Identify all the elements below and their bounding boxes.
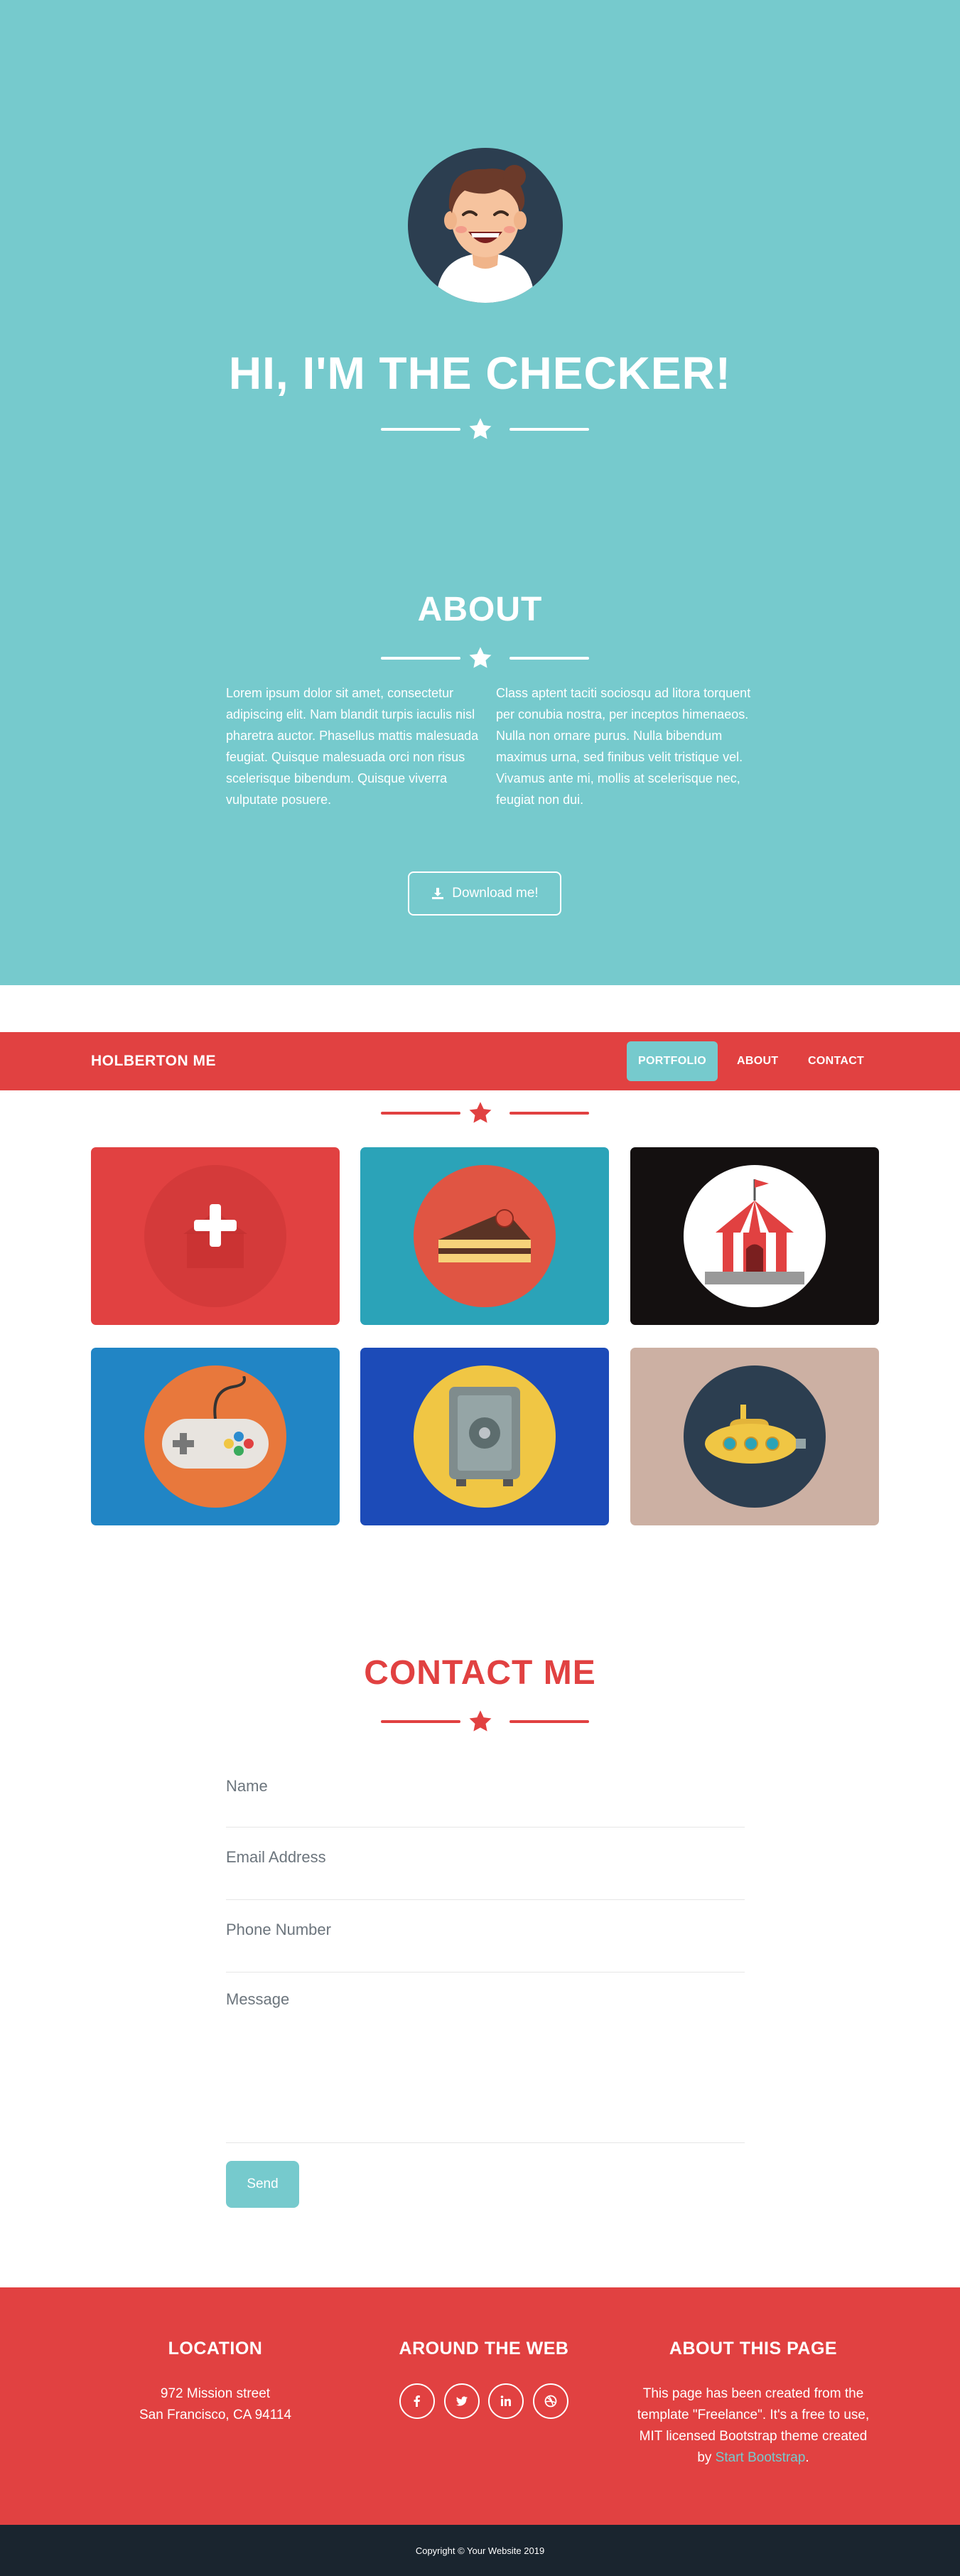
hero-divider [0,414,960,445]
star-icon [469,1102,492,1123]
location-line2: San Francisco, CA 94114 [139,2408,292,2422]
navbar-brand[interactable]: HOLBERTON ME [91,1053,216,1070]
portfolio-item-circus[interactable] [630,1147,879,1325]
footer-social: AROUND THE WEB [370,2339,598,2419]
phone-field[interactable]: Phone Number [226,1921,745,1973]
download-icon [432,888,444,899]
cabin-icon [183,1204,247,1268]
footer-about-title: ABOUT THIS PAGE [669,2339,838,2358]
download-label: Download me! [452,886,539,901]
footer-location: LOCATION 972 Mission street San Francisc… [105,2339,325,2426]
nav-item-contact[interactable]: CONTACT [797,1041,875,1081]
email-field[interactable]: Email Address [226,1848,745,1900]
footer: LOCATION 972 Mission street San Francisc… [0,2287,960,2525]
start-bootstrap-link[interactable]: Start Bootstrap [716,2450,806,2465]
location-line1: 972 Mission street [160,2386,271,2401]
safe-icon [449,1387,520,1486]
twitter-icon[interactable] [443,2383,480,2419]
hero-title: HI, I'M THE CHECKER! [228,348,732,399]
portfolio-item-game[interactable] [91,1348,340,1525]
about-page-period: . [805,2450,809,2465]
footer-about: ABOUT THIS PAGE This page has been creat… [632,2339,874,2469]
star-icon [469,418,492,439]
about-divider [0,643,960,674]
facebook-icon[interactable] [399,2383,436,2419]
navbar: HOLBERTON ME PORTFOLIO ABOUT CONTACT [0,1032,960,1090]
portfolio-item-cabin[interactable] [91,1147,340,1325]
portfolio-item-submarine[interactable] [630,1348,879,1525]
send-button[interactable]: Send [226,2161,299,2208]
game-controller-icon [162,1376,269,1469]
avatar [408,148,563,303]
portfolio-item-safe[interactable] [360,1348,609,1525]
footer-about-text: This page has been created from the temp… [632,2383,874,2469]
footer-location-title: LOCATION [168,2339,263,2358]
message-field[interactable]: Message [226,1990,745,2143]
contact-title: CONTACT ME [364,1654,596,1692]
copyright: Copyright © Your Website 2019 [0,2525,960,2576]
footer-web-title: AROUND THE WEB [399,2339,569,2358]
about-right-text: Class aptent taciti sociosqu ad litora t… [496,686,751,807]
star-icon [469,1710,492,1732]
dribbble-icon[interactable] [532,2383,568,2419]
submarine-icon [705,1405,806,1464]
nav-item-portfolio[interactable]: PORTFOLIO [627,1041,718,1081]
contact-divider [0,1706,960,1737]
about-title: ABOUT [417,591,543,628]
download-button[interactable]: Download me! [408,871,561,916]
circus-tent-icon [705,1179,804,1284]
nav-item-about[interactable]: ABOUT [726,1041,789,1081]
portfolio-divider [0,1098,960,1129]
portfolio-item-cake[interactable] [360,1147,609,1325]
hero-section: HI, I'M THE CHECKER! ABOUT Lorem ipsum d… [0,0,960,985]
cake-icon [438,1209,531,1262]
name-field[interactable]: Name [226,1777,745,1828]
star-icon [469,647,492,668]
avatar-illustration [436,165,534,303]
about-left-text: Lorem ipsum dolor sit amet, consectetur … [226,686,479,807]
linkedin-icon[interactable] [488,2383,524,2419]
